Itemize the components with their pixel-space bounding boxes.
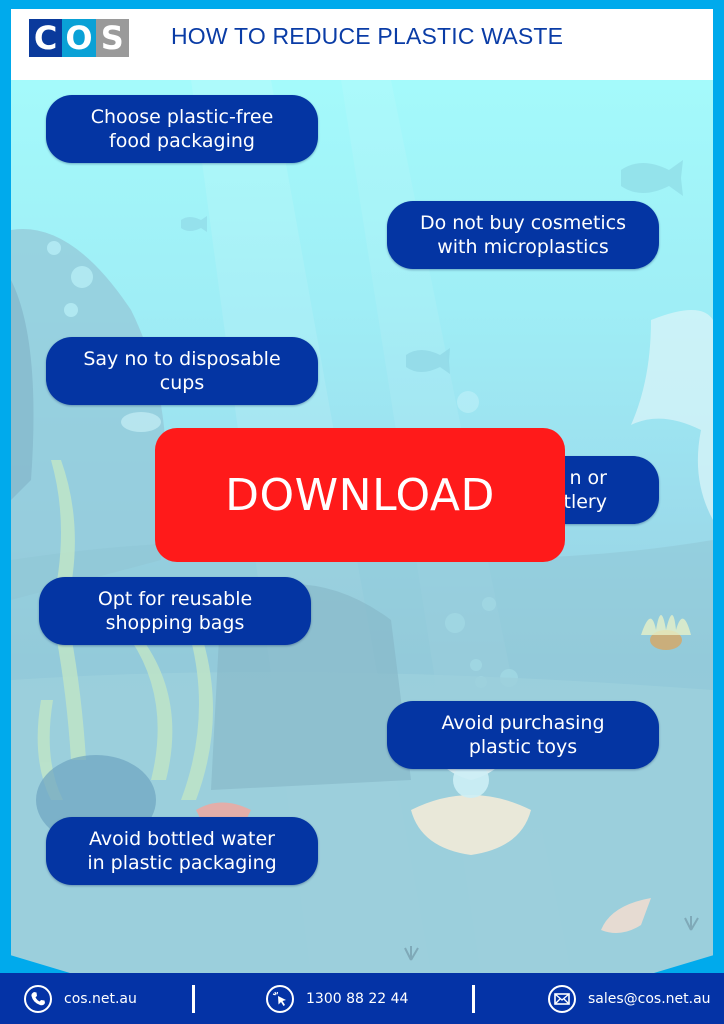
footer-website[interactable]: cos.net.au bbox=[24, 985, 137, 1013]
tip-no-disposable-cups: Say no to disposable cups bbox=[46, 337, 318, 405]
tip-plastic-free-packaging: Choose plastic-free food packaging bbox=[46, 95, 318, 163]
tip-no-bottled-water: Avoid bottled water in plastic packaging bbox=[46, 817, 318, 885]
logo-letter-o: O bbox=[62, 19, 96, 57]
tip-line: food packaging bbox=[109, 130, 255, 152]
tip-line: tlery bbox=[563, 491, 607, 513]
jellyfish bbox=[121, 412, 161, 432]
fish-silhouette bbox=[621, 160, 683, 196]
envelope-icon bbox=[548, 985, 576, 1013]
footer-contact-bar: cos.net.au 1300 88 22 44 sales@cos.net.a… bbox=[0, 973, 724, 1024]
footer-divider bbox=[472, 985, 475, 1013]
tip-reusable-bags: Opt for reusable shopping bags bbox=[39, 577, 311, 645]
tip-line: Say no to disposable bbox=[83, 348, 281, 370]
tip-line: Avoid bottled water bbox=[89, 828, 275, 850]
footer-divider bbox=[192, 985, 195, 1013]
footer-phone[interactable]: 1300 88 22 44 bbox=[266, 985, 408, 1013]
frame-corner-left bbox=[0, 952, 70, 973]
tip-line: Choose plastic-free bbox=[90, 106, 274, 128]
tip-line: in plastic packaging bbox=[87, 852, 277, 874]
fish-silhouette bbox=[181, 216, 207, 232]
tip-line: shopping bags bbox=[105, 612, 245, 634]
tip-no-plastic-toys: Avoid purchasing plastic toys bbox=[387, 701, 659, 769]
tip-line: n or bbox=[569, 467, 607, 489]
website-link[interactable]: cos.net.au bbox=[64, 991, 137, 1007]
tip-line: cups bbox=[159, 372, 205, 394]
logo-letter-s: S bbox=[95, 19, 129, 57]
tip-no-microplastics: Do not buy cosmetics with microplastics bbox=[387, 201, 659, 269]
header: C O S HOW TO REDUCE PLASTIC WASTE bbox=[11, 9, 713, 80]
tip-line: Do not buy cosmetics bbox=[419, 212, 627, 234]
cos-logo[interactable]: C O S bbox=[29, 19, 129, 57]
tip-line: plastic toys bbox=[468, 736, 578, 758]
tip-line: Avoid purchasing bbox=[441, 712, 605, 734]
phone-icon bbox=[24, 985, 52, 1013]
logo-letter-c: C bbox=[29, 19, 63, 57]
tip-line: with microplastics bbox=[437, 236, 609, 258]
download-button[interactable]: DOWNLOAD bbox=[155, 428, 565, 562]
frame-corner-right bbox=[654, 952, 724, 973]
cursor-click-icon bbox=[266, 985, 294, 1013]
page-title: HOW TO REDUCE PLASTIC WASTE bbox=[171, 23, 564, 49]
phone-number[interactable]: 1300 88 22 44 bbox=[306, 991, 408, 1007]
tip-line: Opt for reusable bbox=[97, 588, 253, 610]
email-link[interactable]: sales@cos.net.au bbox=[588, 991, 711, 1007]
footer-email[interactable]: sales@cos.net.au bbox=[548, 985, 711, 1013]
